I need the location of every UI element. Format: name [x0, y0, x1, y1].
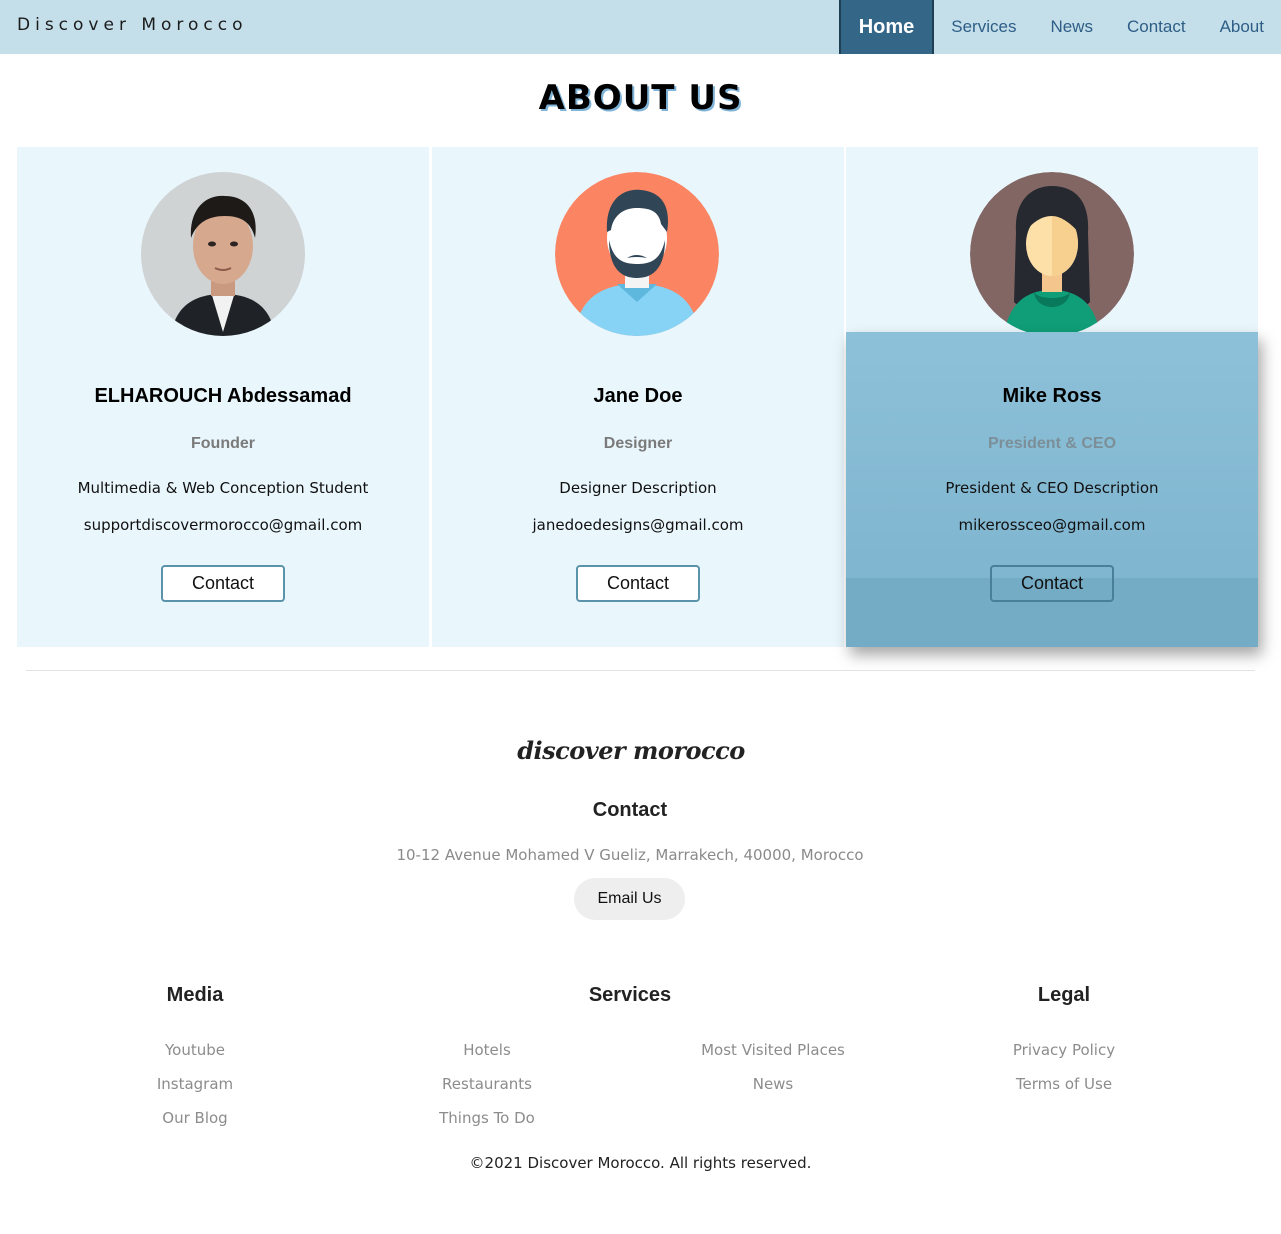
- contact-button[interactable]: Contact: [576, 565, 700, 602]
- footer-logo: discover morocco: [517, 736, 745, 765]
- footer-contact-title: Contact: [592, 799, 668, 821]
- footer-link-most-visited[interactable]: Most Visited Places: [663, 1041, 883, 1059]
- member-description: President & CEO Description: [945, 479, 1159, 497]
- member-name: Jane Doe: [593, 385, 683, 407]
- member-email: janedoedesigns@gmail.com: [532, 516, 744, 534]
- member-email: mikerossceo@gmail.com: [958, 516, 1146, 534]
- member-role: President & CEO: [987, 435, 1117, 452]
- nav-link-contact[interactable]: Contact: [1110, 0, 1203, 54]
- nav-link-about[interactable]: About: [1203, 0, 1281, 54]
- top-navbar: Discover Morocco Home Services News Cont…: [0, 0, 1281, 54]
- footer-link-things-to-do[interactable]: Things To Do: [397, 1109, 577, 1127]
- footer-link-instagram[interactable]: Instagram: [115, 1075, 275, 1093]
- page-title: ABOUT US: [538, 78, 743, 118]
- member-description: Multimedia & Web Conception Student: [77, 479, 369, 497]
- member-name: ELHAROUCH Abdessamad: [94, 385, 352, 407]
- contact-button[interactable]: Contact: [990, 565, 1114, 602]
- member-role: Founder: [191, 435, 255, 452]
- team-card: Jane Doe Designer Designer Description j…: [432, 147, 844, 647]
- nav-link-news[interactable]: News: [1033, 0, 1110, 54]
- copyright-text: ©2021 Discover Morocco. All rights reser…: [469, 1154, 812, 1172]
- footer-services-title: Services: [588, 984, 672, 1006]
- footer-link-hotels[interactable]: Hotels: [397, 1041, 577, 1059]
- nav-links: Home Services News Contact About: [838, 0, 1281, 54]
- footer-legal-title: Legal: [1037, 984, 1091, 1006]
- bearded-man-avatar-icon: [555, 172, 719, 336]
- footer-link-youtube[interactable]: Youtube: [115, 1041, 275, 1059]
- contact-button[interactable]: Contact: [161, 565, 285, 602]
- member-email: supportdiscovermorocco@gmail.com: [83, 516, 363, 534]
- footer-link-privacy[interactable]: Privacy Policy: [984, 1041, 1144, 1059]
- footer-link-blog[interactable]: Our Blog: [115, 1109, 275, 1127]
- team-card: ELHAROUCH Abdessamad Founder Multimedia …: [17, 147, 429, 647]
- member-name: Mike Ross: [1002, 385, 1102, 407]
- section-divider: [26, 670, 1255, 671]
- member-role: Designer: [603, 435, 673, 452]
- footer-link-terms[interactable]: Terms of Use: [984, 1075, 1144, 1093]
- member-description: Designer Description: [559, 479, 717, 497]
- footer-link-restaurants[interactable]: Restaurants: [397, 1075, 577, 1093]
- footer-media-title: Media: [166, 984, 224, 1006]
- email-us-button[interactable]: Email Us: [574, 878, 685, 920]
- brand-logo-text[interactable]: Discover Morocco: [17, 15, 248, 35]
- nav-link-services[interactable]: Services: [934, 0, 1033, 54]
- man-portrait-photo-icon: [141, 172, 305, 336]
- nav-link-home[interactable]: Home: [838, 0, 935, 54]
- team-card-content: Mike Ross President & CEO President & CE…: [846, 147, 1258, 647]
- footer-link-news[interactable]: News: [663, 1075, 883, 1093]
- footer-address: 10-12 Avenue Mohamed V Gueliz, Marrakech…: [396, 846, 864, 864]
